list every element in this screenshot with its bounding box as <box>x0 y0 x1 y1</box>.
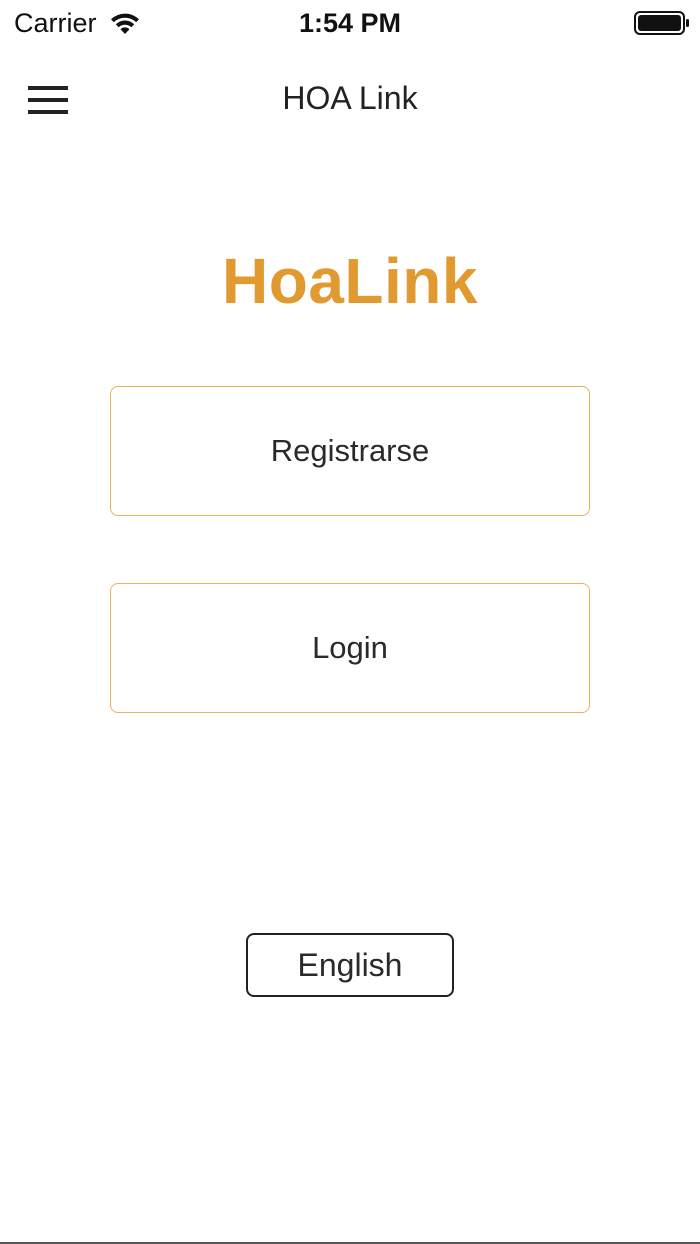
navigation-bar: HOA Link <box>0 48 700 152</box>
register-button[interactable]: Registrarse <box>110 386 590 516</box>
login-button[interactable]: Login <box>110 583 590 713</box>
battery-icon <box>634 11 690 35</box>
nav-title: HOA Link <box>282 80 418 116</box>
status-time: 1:54 PM <box>298 8 402 38</box>
language-toggle-button[interactable]: English <box>246 933 454 997</box>
brand-logo-text: HoaLink <box>222 245 478 317</box>
app-screen: Carrier 1:54 PM HOA Link HoaLink Registr… <box>0 0 700 1244</box>
status-bar: Carrier 1:54 PM <box>0 0 700 48</box>
